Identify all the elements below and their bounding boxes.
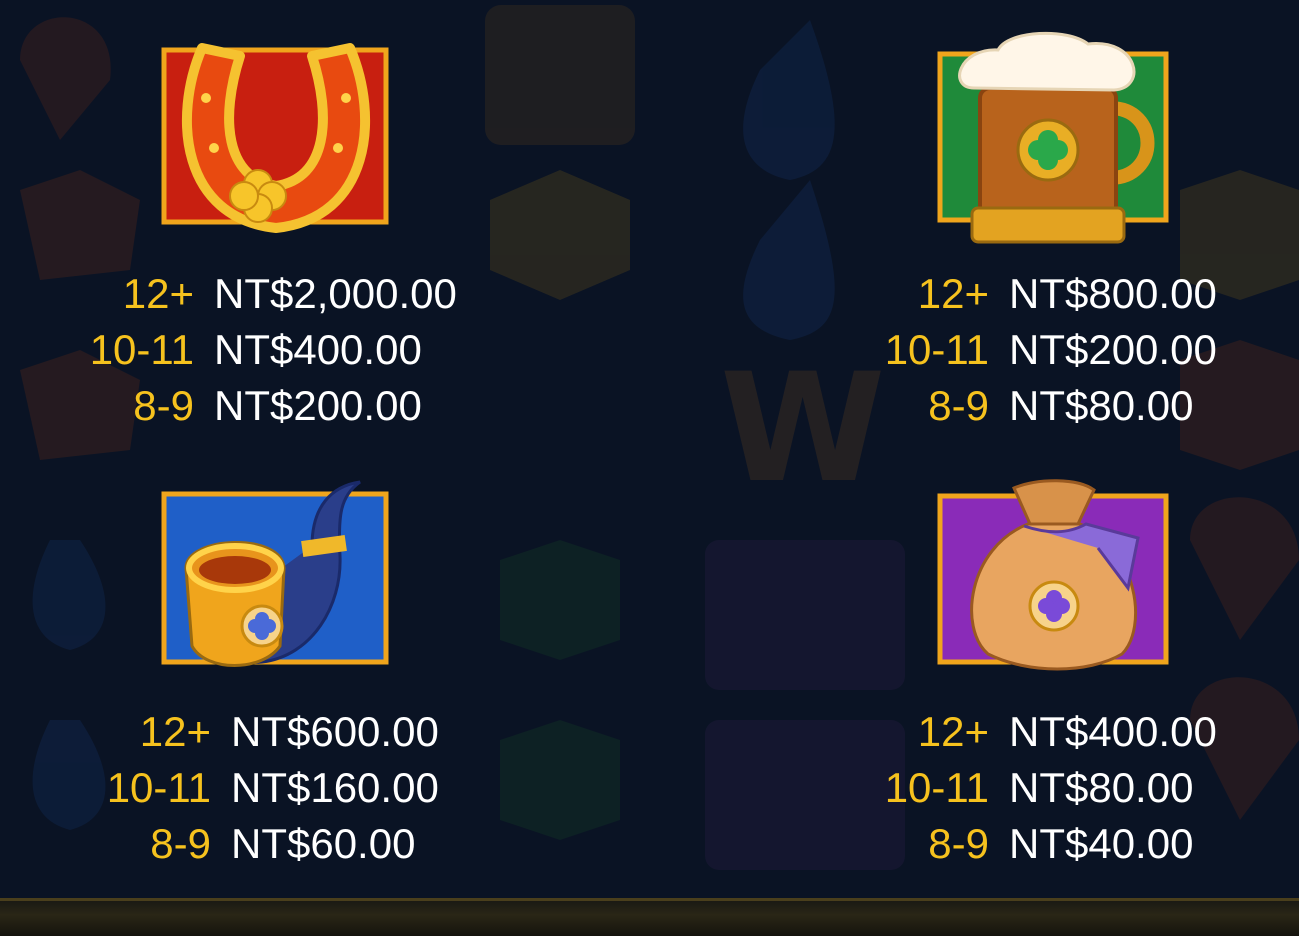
beer-mug-icon (937, 28, 1169, 246)
pay-amount: NT$200.00 (214, 382, 422, 429)
pay-count: 8-9 (150, 820, 211, 867)
pay-amount: NT$800.00 (1009, 270, 1217, 317)
pay-amount: NT$80.00 (1009, 382, 1194, 429)
pipe-icon (161, 476, 390, 674)
pay-amount: NT$200.00 (1009, 326, 1217, 373)
pay-count: 12+ (139, 708, 211, 755)
pay-amount: NT$60.00 (231, 820, 416, 867)
bottom-frame-bar (0, 898, 1299, 936)
pay-count: 10-11 (106, 764, 211, 811)
horseshoe-icon (161, 28, 390, 244)
pay-count: 8-9 (928, 820, 989, 867)
pay-amount: NT$160.00 (231, 764, 439, 811)
pay-count: 8-9 (133, 382, 194, 429)
pay-amount: NT$80.00 (1009, 764, 1194, 811)
pay-count: 8-9 (928, 382, 989, 429)
pay-count: 12+ (917, 708, 989, 755)
pay-count: 12+ (917, 270, 989, 317)
pay-amount: NT$40.00 (1009, 820, 1194, 867)
pay-amount: NT$2,000.00 (214, 270, 457, 317)
pay-amount: NT$400.00 (1009, 708, 1217, 755)
pay-count: 12+ (122, 270, 194, 317)
pay-count: 10-11 (89, 326, 194, 373)
money-bag-icon (937, 478, 1169, 676)
pay-count: 10-11 (884, 764, 989, 811)
pay-amount: NT$400.00 (214, 326, 422, 373)
pay-count: 10-11 (884, 326, 989, 373)
pay-amount: NT$600.00 (231, 708, 439, 755)
